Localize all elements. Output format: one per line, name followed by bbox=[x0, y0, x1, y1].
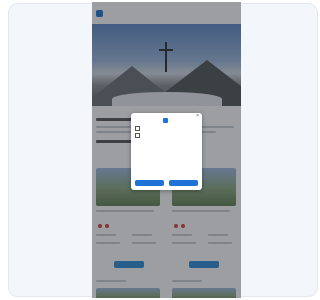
checkbox-icon[interactable] bbox=[135, 126, 140, 131]
close-icon[interactable]: × bbox=[196, 114, 199, 119]
dialog-secondary-button[interactable] bbox=[135, 180, 164, 186]
dialog-actions bbox=[135, 180, 198, 186]
consent-dialog: × bbox=[131, 113, 202, 190]
dialog-option[interactable] bbox=[135, 126, 198, 131]
logo-icon bbox=[163, 118, 168, 123]
dialog-option[interactable] bbox=[135, 133, 198, 138]
dialog-logo bbox=[135, 118, 198, 123]
dialog-primary-button[interactable] bbox=[169, 180, 198, 186]
checkbox-icon[interactable] bbox=[135, 133, 140, 138]
